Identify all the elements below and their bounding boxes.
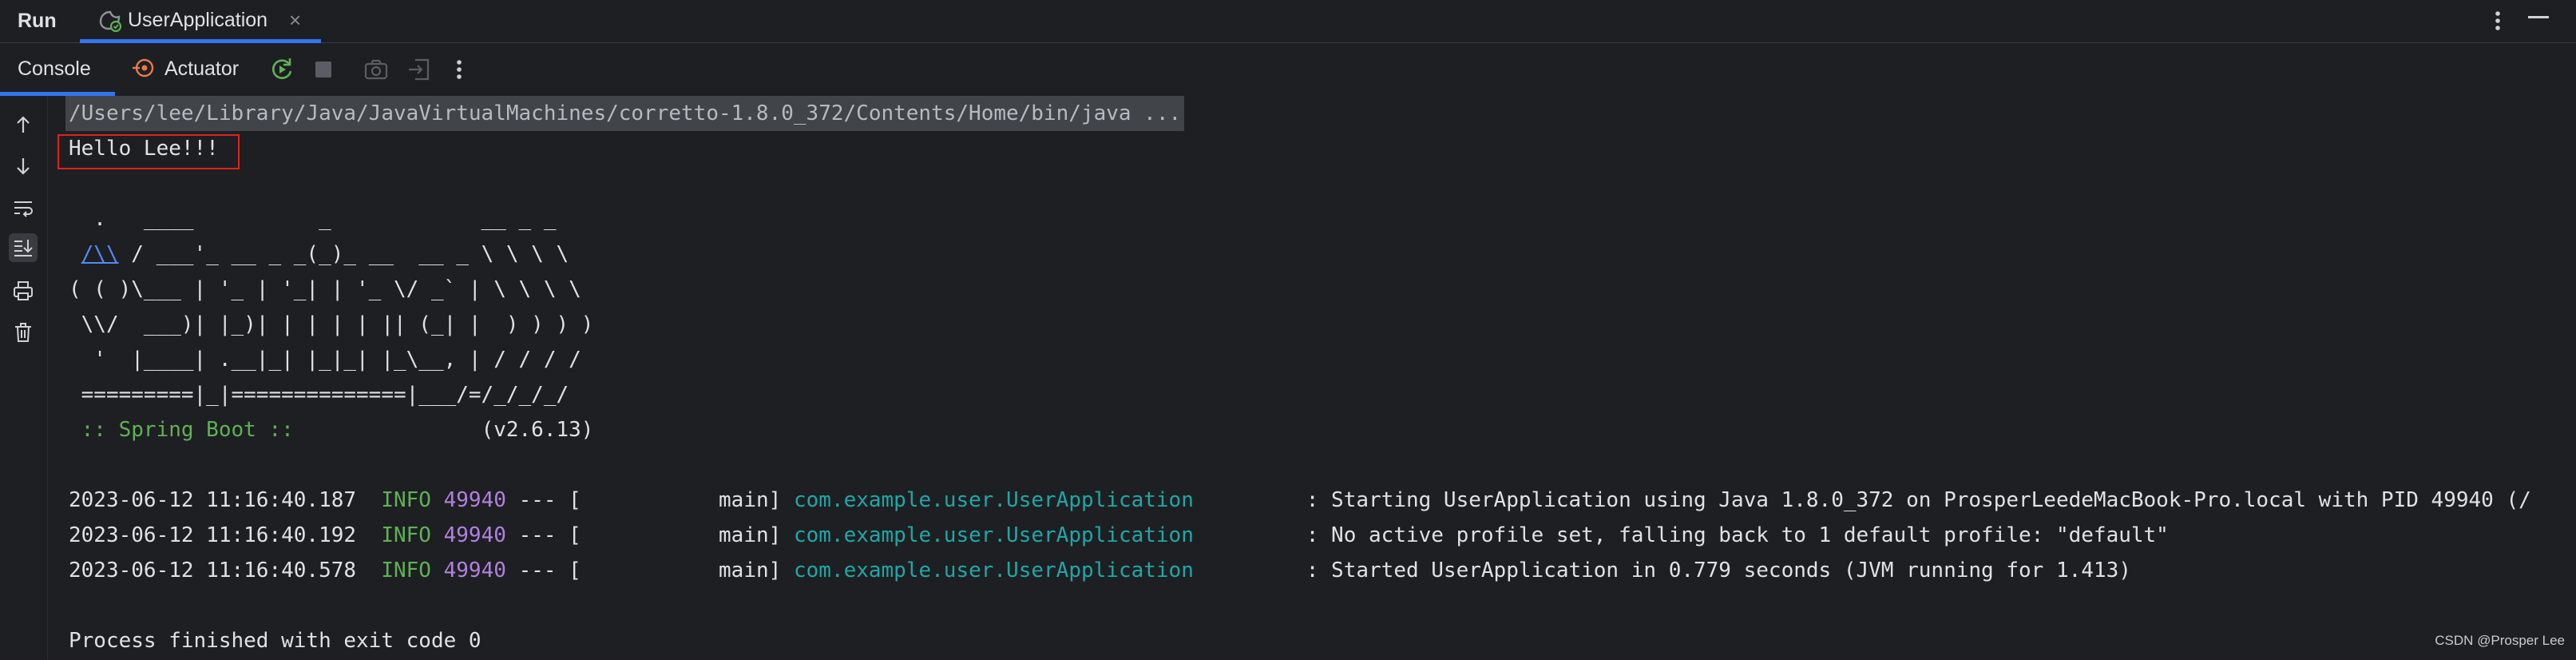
more-actions-icon[interactable] [446,56,473,83]
log-separator: --- [ [518,523,581,547]
process-exit-line: Process finished with exit code 0 [69,629,482,653]
more-options-icon[interactable] [2490,6,2506,35]
tab-user-application[interactable]: UserApplication × [80,0,321,43]
tab-user-application-label: UserApplication [128,9,268,31]
log-line: 2023-06-12 11:16:40.192 INFO 49940 --- [… [69,518,2169,553]
log-thread: main] [581,488,782,512]
spring-boot-label: :: Spring Boot :: [69,418,307,442]
soft-wrap-icon[interactable] [9,193,38,222]
log-timestamp: 2023-06-12 11:16:40.578 [69,559,357,582]
log-separator: --- [ [518,488,581,512]
log-thread: main] [581,559,782,582]
tab-actuator[interactable]: Actuator [128,45,248,93]
banner-line: =========|_|==============|___/=/_/_/_/ [69,383,569,407]
log-level: INFO [381,488,431,512]
tab-console-label: Console [18,58,91,80]
log-pid: 49940 [443,523,506,547]
watermark: CSDN @Prosper Lee [2435,633,2565,648]
camera-icon [363,56,390,83]
log-pid: 49940 [443,488,506,512]
banner-line: \\/ ___)| |_)| | | | | || (_| | ) ) ) ) [69,312,594,336]
banner-line: ' |____| .__|_| |_|_| |_\__, | / / / / [69,348,581,372]
close-tab-icon[interactable]: × [289,0,301,40]
run-tool-window-header: Run UserApplication × [0,0,2576,43]
console-toolbar: Console Actuator [0,45,2576,96]
exit-icon [406,56,433,83]
actuator-icon [131,56,155,80]
log-logger: com.example.user.UserApplication [793,559,1194,582]
stop-icon [310,56,337,83]
down-arrow-icon[interactable] [9,152,38,181]
banner-line: ( ( )\___ | '_ | '_| | '_ \/ _` | \ \ \ … [69,277,581,301]
log-level: INFO [381,559,431,582]
tab-actuator-label: Actuator [164,58,240,80]
clear-all-trash-icon[interactable] [9,318,38,347]
log-logger: com.example.user.UserApplication [793,523,1194,547]
log-message: : No active profile set, falling back to… [1306,523,2169,547]
log-thread: main] [581,523,782,547]
run-tool-window-title: Run [18,10,57,32]
log-timestamp: 2023-06-12 11:16:40.187 [69,488,357,512]
banner-line: /\\ / ___'_ __ _ _(_)_ __ __ _ \ \ \ \ [69,237,569,272]
banner-line-rest: / ___'_ __ _ _(_)_ __ __ _ \ \ \ \ [118,242,569,266]
log-level: INFO [381,523,431,547]
console-output[interactable]: /Users/lee/Library/Java/JavaVirtualMachi… [50,96,2576,660]
log-message: : Starting UserApplication using Java 1.… [1306,488,2531,512]
highlight-box [57,134,240,169]
console-side-toolbar [0,96,48,660]
print-icon[interactable] [9,276,38,305]
spring-boot-run-config-icon [97,10,123,33]
minimize-icon[interactable] [2528,16,2549,18]
rerun-icon[interactable] [268,56,295,83]
tab-console[interactable]: Console [0,45,115,96]
spring-boot-version: (v2.6.13) [306,418,594,442]
banner-line: . ____ _ __ _ _ [69,207,557,231]
log-line: 2023-06-12 11:16:40.578 INFO 49940 --- [… [69,553,2131,588]
banner-link[interactable]: /\\ [81,242,119,266]
log-pid: 49940 [443,559,506,582]
spring-boot-version-line: :: Spring Boot :: (v2.6.13) [69,412,594,447]
log-logger: com.example.user.UserApplication [793,488,1194,512]
log-separator: --- [ [518,559,581,582]
up-arrow-icon[interactable] [9,110,38,139]
scroll-to-end-icon[interactable] [9,233,38,262]
command-line[interactable]: /Users/lee/Library/Java/JavaVirtualMachi… [65,96,1185,131]
log-timestamp: 2023-06-12 11:16:40.192 [69,523,357,547]
log-line: 2023-06-12 11:16:40.187 INFO 49940 --- [… [69,483,2531,518]
log-message: : Started UserApplication in 0.779 secon… [1306,559,2131,582]
